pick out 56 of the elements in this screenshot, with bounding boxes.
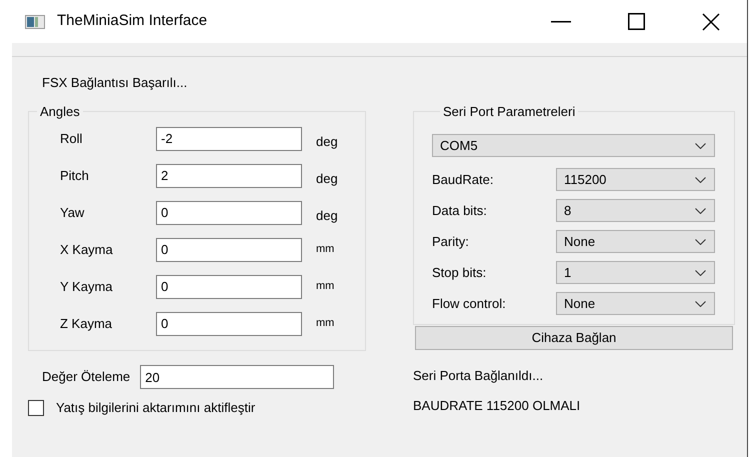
checkbox[interactable] [28, 400, 44, 416]
field-label: Roll [60, 130, 84, 148]
chevron-icon [695, 208, 706, 214]
field-label: Flow control: [432, 294, 507, 313]
unit-label: mm [316, 279, 334, 294]
field-label: BaudRate: [432, 170, 494, 189]
dropdown-value: COM5 [440, 136, 478, 155]
dropdown[interactable]: 115200 [556, 168, 715, 191]
status-text: FSX Bağlantısı Başarılı... [42, 75, 188, 90]
text-field[interactable]: 0 [156, 200, 302, 224]
text-field[interactable]: 20 [140, 365, 334, 389]
chevron-icon [695, 300, 706, 306]
maximize-icon [628, 13, 644, 30]
dropdown-value: 8 [564, 202, 572, 220]
field-label: Z Kayma [60, 314, 114, 333]
dropdown[interactable]: None [556, 292, 715, 315]
dropdown[interactable]: 8 [556, 199, 715, 222]
status-text: Seri Porta Bağlanıldı... [413, 367, 544, 385]
unit-label: mm [316, 242, 334, 258]
unit-label: mm [316, 316, 334, 332]
group-title: Seri Port Parametreleri [442, 105, 576, 118]
field-label: Y Kayma [60, 278, 114, 296]
dropdown-value: 115200 [564, 170, 606, 189]
unit-label: deg [316, 132, 338, 151]
text-field[interactable]: -2 [156, 126, 302, 150]
text-field[interactable]: 0 [156, 312, 302, 336]
dropdown-value: 1 [564, 264, 572, 282]
chevron-icon [695, 142, 706, 148]
chevron-icon [695, 238, 706, 244]
dropdown[interactable]: 1 [556, 261, 715, 284]
minimize-icon [551, 20, 571, 22]
window-title: TheMiniaSim Interface [57, 11, 208, 32]
status-text: BAUDRATE 115200 OLMALI [413, 396, 580, 414]
field-label: Parity: [432, 232, 470, 251]
checkbox-label: Yatış bilgilerini aktarımını aktifleştir [56, 399, 256, 417]
connect-button[interactable]: Cihaza Bağlan [415, 326, 733, 350]
field-label: Pitch [60, 166, 90, 185]
unit-label: deg [316, 170, 338, 188]
field-label: Yaw [60, 204, 86, 222]
field-label: Değer Öteleme [42, 368, 130, 386]
text-field[interactable]: 0 [156, 238, 302, 262]
app-icon [25, 14, 45, 28]
field-label: Stop bits: [432, 264, 488, 282]
text-field[interactable]: 2 [156, 164, 302, 188]
chevron-icon [695, 270, 706, 276]
field-label: Data bits: [432, 202, 488, 220]
dropdown-value: None [564, 232, 596, 251]
text-field[interactable]: 0 [156, 274, 302, 298]
dropdown[interactable]: COM5 [432, 134, 715, 157]
chevron-icon [695, 176, 706, 182]
unit-label: deg [316, 206, 338, 225]
dropdown-value: None [564, 294, 596, 313]
close-icon [702, 12, 720, 30]
field-label: X Kayma [60, 240, 114, 259]
group-title: Angles [39, 105, 81, 118]
dropdown[interactable]: None [556, 230, 715, 253]
